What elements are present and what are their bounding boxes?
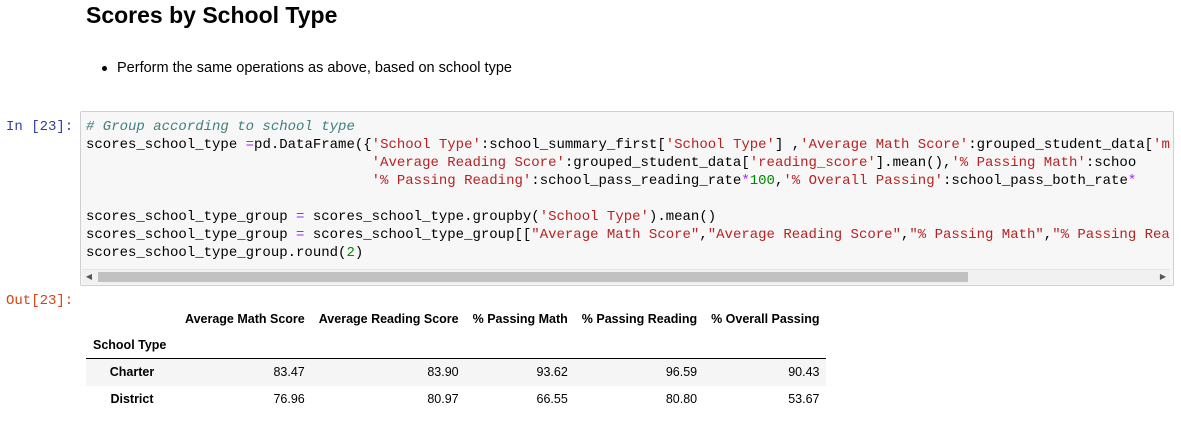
column-header-row: Average Math Score Average Reading Score… — [86, 306, 826, 332]
code-token: scores_school_type_group.round( — [86, 245, 347, 261]
code-line[interactable]: scores_school_type_group = scores_school… — [86, 226, 1170, 244]
code-token: , — [1043, 227, 1053, 243]
table-cell: 96.59 — [665, 365, 698, 380]
scroll-right-icon[interactable]: ▶ — [1156, 270, 1170, 284]
code-token: 'Average Math Score' — [800, 137, 969, 153]
description-text: Perform the same operations as above, ba… — [117, 60, 512, 76]
code-token: "Average Reading Score" — [707, 227, 901, 243]
code-token: scores_school_type_group — [86, 209, 297, 225]
code-token: 2 — [346, 245, 355, 261]
code-line[interactable]: 'Average Reading Score':grouped_student_… — [86, 154, 1170, 172]
code-token: scores_school_type_group[[ — [304, 227, 532, 243]
code-line[interactable]: # Group according to school type — [86, 118, 1170, 136]
code-token: "Average Math Score" — [531, 227, 700, 243]
column-header: Average Math Score — [185, 312, 305, 326]
code-token: '% Overall Passing' — [783, 173, 944, 189]
code-token: scores_school_type.groupby( — [304, 209, 540, 225]
table-cell: 66.55 — [536, 392, 568, 406]
column-header: % Passing Math — [472, 312, 568, 326]
table-cell: 90.43 — [788, 365, 820, 380]
input-prompt: In [23]: — [6, 119, 74, 135]
code-token: "% Passing Math" — [909, 227, 1044, 243]
table-cell: 83.47 — [273, 365, 305, 380]
table-row: District 76.96 80.97 66.55 80.80 53.67 — [86, 386, 826, 413]
code-token: 'm — [1153, 137, 1170, 153]
section-heading: Scores by School Type — [86, 2, 338, 28]
code-token: 'School Type' — [371, 137, 481, 153]
column-header: % Passing Reading — [581, 312, 698, 326]
code-line[interactable]: scores_school_type_group = scores_school… — [86, 208, 1170, 226]
code-token: :school_pass_both_rate — [943, 173, 1128, 189]
table-cell: 93.62 — [536, 365, 568, 380]
code-text[interactable]: # Group according to school type scores_s… — [86, 118, 1170, 262]
row-index: District — [110, 392, 154, 406]
scrollbar-thumb[interactable] — [98, 272, 968, 282]
output-prompt: Out[23]: — [6, 293, 74, 309]
description-list: Perform the same operations as above, ba… — [100, 58, 512, 78]
code-token: , — [699, 227, 708, 243]
table-cell: 53.67 — [788, 392, 820, 406]
code-token: pd.DataFrame({ — [254, 137, 372, 153]
table-cell: 80.97 — [427, 392, 459, 406]
code-token: scores_school_type_group — [86, 227, 297, 243]
code-line[interactable]: scores_school_type_group.round(2) — [86, 244, 1170, 262]
code-token: 'School Type' — [539, 209, 649, 225]
code-token: 'Average Reading Score' — [371, 155, 565, 171]
code-token: :school_pass_reading_rate — [531, 173, 742, 189]
code-token: = — [245, 137, 255, 153]
scroll-left-icon[interactable]: ◀ — [82, 270, 96, 284]
code-token: ) — [354, 245, 364, 261]
corner-cell — [86, 306, 178, 332]
code-token: ] , — [774, 137, 801, 153]
code-token: scores_school_type — [86, 137, 246, 153]
code-token: 'reading_score' — [749, 155, 876, 171]
code-token: 'School Type' — [665, 137, 775, 153]
code-token: # Group according to school type — [86, 119, 355, 135]
table-cell: 76.96 — [273, 392, 305, 406]
code-token: ).mean() — [648, 209, 717, 225]
code-line[interactable] — [86, 190, 1170, 208]
code-token: :grouped_student_data[ — [968, 137, 1154, 153]
column-header: % Overall Passing — [711, 312, 820, 326]
table-row: Charter 83.47 83.90 93.62 96.59 90.43 — [86, 358, 827, 386]
bullet-icon — [102, 66, 107, 71]
table-cell: 80.80 — [665, 392, 698, 406]
index-name: School Type — [93, 338, 167, 352]
column-header: Average Reading Score — [318, 312, 459, 326]
code-token: '% Passing Math' — [951, 155, 1086, 171]
code-token: 100 — [749, 173, 775, 189]
code-token: :school_summary_first[ — [480, 137, 666, 153]
horizontal-scrollbar[interactable]: ◀ ▶ — [82, 269, 1170, 284]
code-token: '% Passing Reading' — [371, 173, 532, 189]
code-token: * — [741, 173, 750, 189]
code-token: :grouped_student_data[ — [564, 155, 750, 171]
code-token: :schoo — [1085, 155, 1137, 171]
code-line[interactable]: '% Passing Reading':school_pass_reading_… — [86, 172, 1170, 190]
table-cell: 83.90 — [427, 365, 459, 380]
code-token: * — [1127, 173, 1137, 189]
code-token: "% Passing Rea — [1052, 227, 1170, 243]
index-name-row: School Type — [86, 332, 827, 359]
output-dataframe: Average Math Score Average Reading Score… — [86, 306, 827, 413]
code-line[interactable]: scores_school_type =pd.DataFrame({'Schoo… — [86, 136, 1170, 154]
code-token: ].mean(), — [875, 155, 952, 171]
code-cell-editor[interactable]: # Group according to school type scores_s… — [80, 111, 1174, 286]
row-index: Charter — [109, 365, 155, 380]
description-item: Perform the same operations as above, ba… — [100, 58, 512, 78]
